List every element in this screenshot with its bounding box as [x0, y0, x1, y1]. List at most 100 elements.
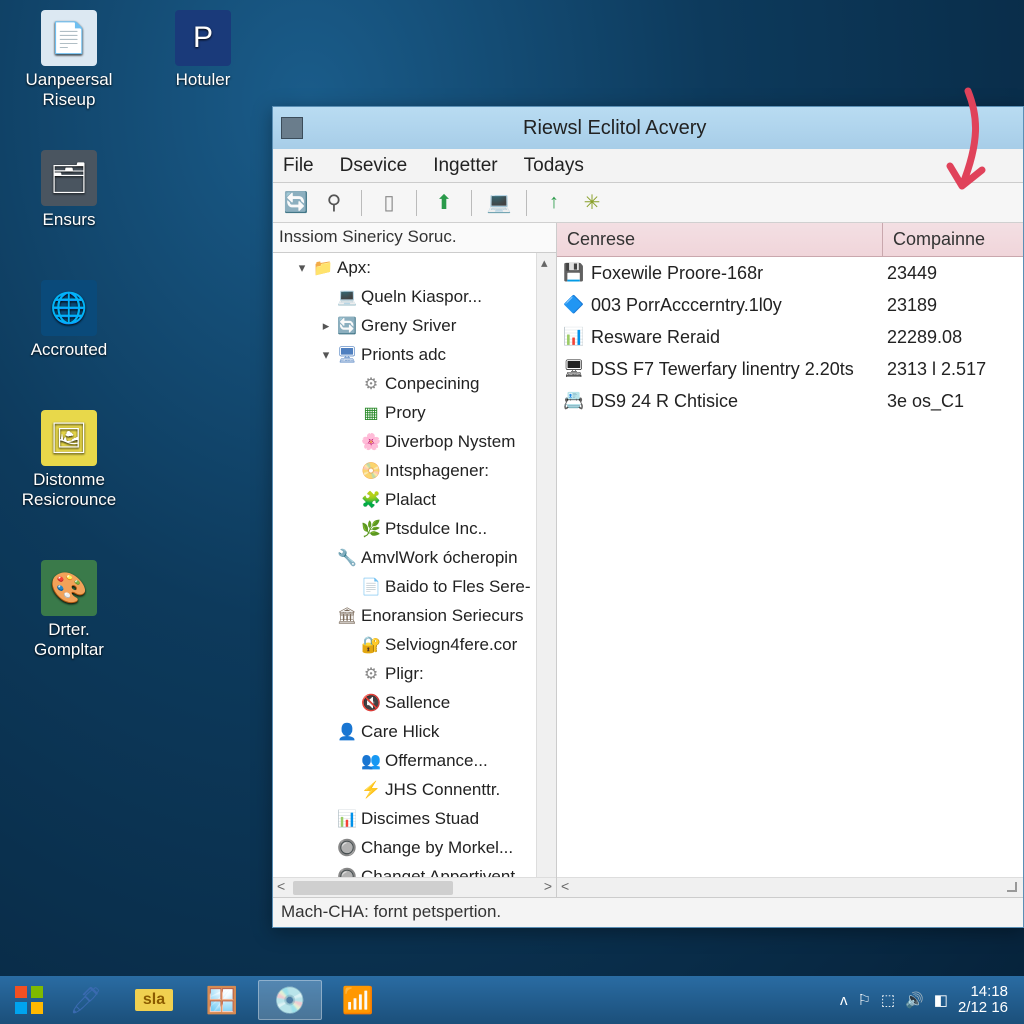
desktop-icon[interactable]: 📄Uanpeersal Riseup [14, 10, 124, 110]
desktop-icon[interactable]: 🌐Accrouted [14, 280, 124, 360]
menu-item[interactable]: Ingetter [433, 155, 497, 177]
tree-item[interactable]: 📊Discimes Stuad [273, 804, 556, 833]
toolbar: 🔄 ⚲ ▯ ⬆ 💻 ↑ ✳ [273, 183, 1023, 223]
tree-item-label: Diverbop Nystem [385, 432, 515, 452]
tree-vscroll[interactable] [536, 253, 556, 877]
list-header[interactable]: Cenrese Compainne [557, 223, 1023, 257]
list-item-value: 23449 [883, 263, 1023, 284]
list-item-icon: 📇 [563, 390, 585, 412]
tree-item[interactable]: ⚡JHS Connenttr. [273, 775, 556, 804]
tree-item[interactable]: 🌿Ptsdulce Inc.. [273, 514, 556, 543]
tree-item-icon: 👤 [337, 722, 357, 742]
desktop-icon[interactable]: PHotuler [148, 10, 258, 90]
list-row[interactable]: 🖥DSS F7 Tewerfary linentry 2.20ts2313 l … [557, 353, 1023, 385]
list-row[interactable]: 💾Foxewile Proore-168r23449 [557, 257, 1023, 289]
tray-volume-icon[interactable]: 🔊 [905, 991, 924, 1009]
col-cenrese[interactable]: Cenrese [557, 223, 883, 256]
taskbar-item[interactable]: 🪟 [190, 980, 254, 1020]
toolbar-button[interactable]: 🔄 [281, 188, 311, 218]
tree-item[interactable]: 💻Queln Kiaspor... [273, 282, 556, 311]
tree-item[interactable]: 👤Care Hlick [273, 717, 556, 746]
tree-item-label: Prionts adc [361, 345, 446, 365]
tree-hscroll[interactable] [273, 877, 556, 897]
tree-item-icon: ⚙ [361, 374, 381, 394]
taskbar-item[interactable]: 💿 [258, 980, 322, 1020]
tree-item[interactable]: 🔘Change by Morkel... [273, 833, 556, 862]
tree-item[interactable]: ▸🔄Greny Sriver [273, 311, 556, 340]
list-panel: Cenrese Compainne 💾Foxewile Proore-168r2… [557, 223, 1023, 897]
tree-item[interactable]: 👥Offermance... [273, 746, 556, 775]
clock-date: 2/12 16 [958, 1000, 1008, 1017]
tree-item[interactable]: 📀Intsphagener: [273, 456, 556, 485]
tree-body[interactable]: ▾📁Apx:💻Queln Kiaspor...▸🔄Greny Sriver▾🖥P… [273, 253, 556, 877]
list-item-value: 23189 [883, 295, 1023, 316]
menu-item[interactable]: Todays [524, 155, 584, 177]
desktop-icon-label: Distonme Resicrounce [14, 470, 124, 510]
tree-item[interactable]: 📄Baido to Fles Sere- [273, 572, 556, 601]
tree-item[interactable]: ▦Prory [273, 398, 556, 427]
toolbar-button[interactable]: ✳ [577, 188, 607, 218]
tree-item[interactable]: ⚙Pligr: [273, 659, 556, 688]
tree-item-icon: 👥 [361, 751, 381, 771]
tree-item-icon: 🌸 [361, 432, 381, 452]
list-hscroll[interactable] [557, 877, 1023, 897]
titlebar[interactable]: Riewsl Eclitol Acvery [273, 107, 1023, 149]
tray-network-icon[interactable]: ⬚ [881, 991, 895, 1009]
tree-item-icon: ⚡ [361, 780, 381, 800]
tray-chevron-icon[interactable]: ʌ [840, 992, 848, 1009]
toolbar-button[interactable]: ▯ [374, 188, 404, 218]
tree-item[interactable]: ▾🖥Prionts adc [273, 340, 556, 369]
list-row[interactable]: 📊Resware Reraid22289.08 [557, 321, 1023, 353]
list-row[interactable]: 📇DS9 24 R Chtisice3e os_C1 [557, 385, 1023, 417]
toolbar-button[interactable]: ⚲ [319, 188, 349, 218]
tree-item-label: Ptsdulce Inc.. [385, 519, 487, 539]
tree-item-label: Conpecining [385, 374, 480, 394]
toolbar-button[interactable]: 💻 [484, 188, 514, 218]
col-compainne[interactable]: Compainne [883, 223, 1023, 256]
start-button[interactable] [6, 980, 52, 1020]
expand-icon[interactable]: ▾ [295, 260, 309, 276]
tree-item[interactable]: 🔘Changet Appertivent [273, 862, 556, 877]
list-item-name: DSS F7 Tewerfary linentry 2.20ts [591, 359, 854, 380]
tree-item[interactable]: 🏛Enoransion Seriecurs [273, 601, 556, 630]
tree-item-icon: 🌿 [361, 519, 381, 539]
desktop: 📄Uanpeersal Riseup PHotuler 🗂Ensurs 🌐Accrou… [0, 0, 1024, 976]
desktop-icon-label: Drter. Gompltar [14, 620, 124, 660]
desktop-icon[interactable]: 🖼Distonme Resicrounce [14, 410, 124, 510]
list-row[interactable]: 🔷003 PorrAcccerntry.1l0y23189 [557, 289, 1023, 321]
expand-icon[interactable]: ▾ [319, 347, 333, 363]
tree-item-label: Discimes Stuad [361, 809, 479, 829]
tree-item-label: JHS Connenttr. [385, 780, 500, 800]
desktop-icon[interactable]: 🎨Drter. Gompltar [14, 560, 124, 660]
menu-item[interactable]: Dsevice [340, 155, 408, 177]
tree-item-icon: 🔇 [361, 693, 381, 713]
tree-item[interactable]: 🌸Diverbop Nystem [273, 427, 556, 456]
tray-flag-icon[interactable]: ⚐ [857, 991, 870, 1009]
tree-item[interactable]: 🧩Plalact [273, 485, 556, 514]
tree-item[interactable]: 🔇Sallence [273, 688, 556, 717]
tree-item[interactable]: 🔐Selviogn4fere.cor [273, 630, 556, 659]
taskbar-item[interactable]: 🖊 [54, 980, 118, 1020]
tree-item-icon: 🔘 [337, 867, 357, 878]
toolbar-separator [471, 190, 472, 216]
system-tray: ʌ ⚐ ⬚ 🔊 ◧ 14:18 2/12 16 [840, 984, 1018, 1017]
tree-item-label: Prory [385, 403, 426, 423]
tray-misc-icon[interactable]: ◧ [934, 991, 948, 1009]
list-item-icon: 🔷 [563, 294, 585, 316]
menu-item[interactable]: File [283, 155, 314, 177]
tree-item[interactable]: ▾📁Apx: [273, 253, 556, 282]
toolbar-button[interactable]: ↑ [539, 188, 569, 218]
tree-item[interactable]: ⚙Conpecining [273, 369, 556, 398]
list-body[interactable]: 💾Foxewile Proore-168r23449🔷003 PorrAccce… [557, 257, 1023, 877]
tree-item[interactable]: 🔧AmvlWork ócheropin [273, 543, 556, 572]
clock[interactable]: 14:18 2/12 16 [958, 984, 1008, 1017]
tree-item-icon: 🔘 [337, 838, 357, 858]
expand-icon[interactable]: ▸ [319, 318, 333, 334]
tree-item-label: Intsphagener: [385, 461, 489, 481]
taskbar-item[interactable]: 📶 [326, 980, 390, 1020]
taskbar-item[interactable]: sla [122, 980, 186, 1020]
desktop-icon[interactable]: 🗂Ensurs [14, 150, 124, 230]
tree-item-label: Offermance... [385, 751, 488, 771]
toolbar-button[interactable]: ⬆ [429, 188, 459, 218]
window-body: Inssiom Sinericy Soruc. ▾📁Apx:💻Queln Kia… [273, 223, 1023, 897]
